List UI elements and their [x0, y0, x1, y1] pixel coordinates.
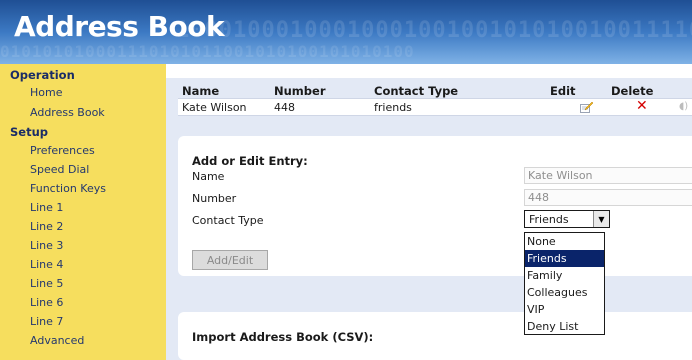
name-label: Name [192, 170, 225, 183]
import-panel: Import Address Book (CSV): [178, 312, 692, 360]
pencil-edit-icon[interactable] [580, 101, 594, 113]
speaker-icon[interactable]: ◖) [679, 101, 688, 112]
sidebar-item-home[interactable]: Home [30, 86, 62, 99]
option-deny-list[interactable]: Deny List [525, 318, 604, 335]
column-header-delete: Delete [611, 84, 654, 98]
option-vip[interactable]: VIP [525, 301, 604, 318]
sidebar-section-setup: Setup [10, 125, 48, 139]
contact-type-value: Friends [529, 213, 569, 226]
main-content: Name Number Contact Type Edit Delete Kat… [166, 64, 692, 360]
column-header-number: Number [274, 84, 326, 98]
add-edit-button[interactable]: Add/Edit [192, 250, 268, 270]
sidebar-item-speed-dial[interactable]: Speed Dial [30, 163, 89, 176]
sidebar-item-line-4[interactable]: Line 4 [30, 258, 63, 271]
contact-type-label: Contact Type [192, 214, 264, 227]
number-label: Number [192, 192, 237, 205]
option-friends[interactable]: Friends [525, 250, 604, 267]
column-header-contact-type: Contact Type [374, 84, 459, 98]
app-header: 1000100010001000100100101010010011110001… [0, 0, 692, 64]
row-name: Kate Wilson [182, 101, 247, 114]
contact-type-dropdown: None Friends Family Colleagues VIP Deny … [524, 232, 605, 335]
option-none[interactable]: None [525, 233, 604, 250]
option-colleagues[interactable]: Colleagues [525, 284, 604, 301]
sidebar: Operation Home Address Book Setup Prefer… [0, 64, 166, 360]
red-x-delete-icon[interactable]: ✕ [636, 98, 648, 114]
chevron-down-icon[interactable]: ▼ [593, 211, 609, 227]
column-header-name: Name [182, 84, 220, 98]
sidebar-item-line-7[interactable]: Line 7 [30, 315, 63, 328]
sidebar-item-function-keys[interactable]: Function Keys [30, 182, 106, 195]
sidebar-item-line-3[interactable]: Line 3 [30, 239, 63, 252]
import-title: Import Address Book (CSV): [192, 330, 374, 344]
row-contact-type: friends [374, 101, 412, 114]
name-field[interactable] [524, 167, 692, 184]
contact-type-select[interactable]: Friends ▼ [524, 210, 610, 228]
sidebar-item-line-6[interactable]: Line 6 [30, 296, 63, 309]
add-edit-panel: Add or Edit Entry: Name Number Contact T… [178, 136, 692, 276]
header-binary-pattern-2: 010101010001110101011001010100101010100 [0, 42, 415, 61]
sidebar-item-line-1[interactable]: Line 1 [30, 201, 63, 214]
sidebar-item-line-5[interactable]: Line 5 [30, 277, 63, 290]
row-number: 448 [274, 101, 295, 114]
table-row: Kate Wilson 448 friends ✕ ◖) [178, 98, 692, 116]
sidebar-section-operation: Operation [10, 68, 75, 82]
sidebar-item-address-book[interactable]: Address Book [30, 106, 105, 119]
header-binary-pattern: 1000100010001000100100101010010011110001… [176, 18, 692, 43]
number-field[interactable] [524, 189, 692, 206]
sidebar-item-advanced[interactable]: Advanced [30, 334, 84, 347]
column-header-edit: Edit [550, 84, 576, 98]
add-edit-title: Add or Edit Entry: [192, 154, 308, 168]
sidebar-item-line-2[interactable]: Line 2 [30, 220, 63, 233]
page-title: Address Book [14, 10, 225, 43]
option-family[interactable]: Family [525, 267, 604, 284]
sidebar-item-preferences[interactable]: Preferences [30, 144, 95, 157]
